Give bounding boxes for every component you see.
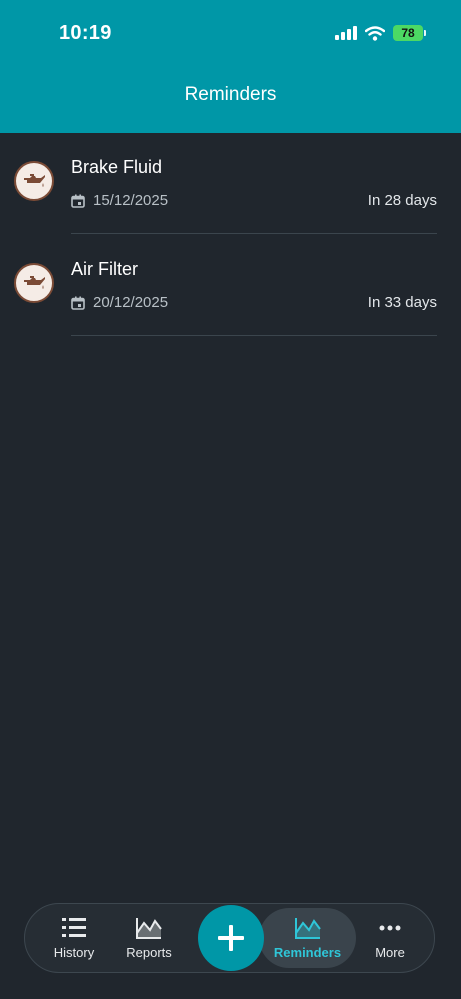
reminder-date: 20/12/2025 bbox=[93, 294, 169, 311]
reminder-name: Brake Fluid bbox=[71, 157, 163, 177]
oil-can-icon bbox=[14, 263, 54, 303]
nav-label-reports: Reports bbox=[126, 944, 172, 960]
reminder-date-row: 15/12/2025 bbox=[71, 192, 168, 209]
nav-item-reports[interactable]: Reports bbox=[117, 904, 181, 972]
status-time: 10:19 bbox=[59, 22, 112, 44]
status-icons: 78 bbox=[335, 25, 426, 41]
reminder-item-brake-fluid[interactable]: Brake Fluid 15/12/2025 In 28 days bbox=[0, 133, 461, 235]
reminder-date: 15/12/2025 bbox=[93, 192, 169, 209]
wifi-icon bbox=[365, 25, 385, 41]
nav-label-history: History bbox=[53, 944, 95, 960]
reminder-name: Air Filter bbox=[71, 259, 138, 279]
divider bbox=[71, 233, 437, 234]
app-header: 10:19 78 Reminders bbox=[0, 0, 461, 133]
page-title: Reminders bbox=[184, 84, 277, 105]
battery-icon: 78 bbox=[393, 25, 426, 41]
nav-item-history[interactable]: History bbox=[43, 904, 105, 972]
more-icon bbox=[379, 925, 401, 930]
nav-item-reminders[interactable]: Reminders bbox=[259, 904, 356, 972]
reminder-due: In 28 days bbox=[367, 192, 437, 209]
plus-icon bbox=[218, 925, 244, 951]
nav-label-reminders: Reminders bbox=[273, 944, 342, 960]
divider bbox=[71, 335, 437, 336]
chart-icon bbox=[136, 917, 162, 939]
reminder-item-air-filter[interactable]: Air Filter 20/12/2025 In 33 days bbox=[0, 235, 461, 337]
oil-can-icon bbox=[14, 161, 54, 201]
nav-item-more[interactable]: More bbox=[363, 904, 417, 972]
calendar-icon bbox=[71, 296, 85, 310]
list-icon bbox=[62, 917, 86, 937]
nav-label-more: More bbox=[375, 944, 405, 960]
signal-icon bbox=[335, 26, 357, 40]
calendar-icon bbox=[71, 194, 85, 208]
add-button[interactable] bbox=[198, 905, 264, 971]
reminder-date-row: 20/12/2025 bbox=[71, 294, 168, 311]
battery-level: 78 bbox=[401, 26, 415, 40]
reminder-due: In 33 days bbox=[367, 294, 437, 311]
chart-icon bbox=[294, 917, 321, 939]
